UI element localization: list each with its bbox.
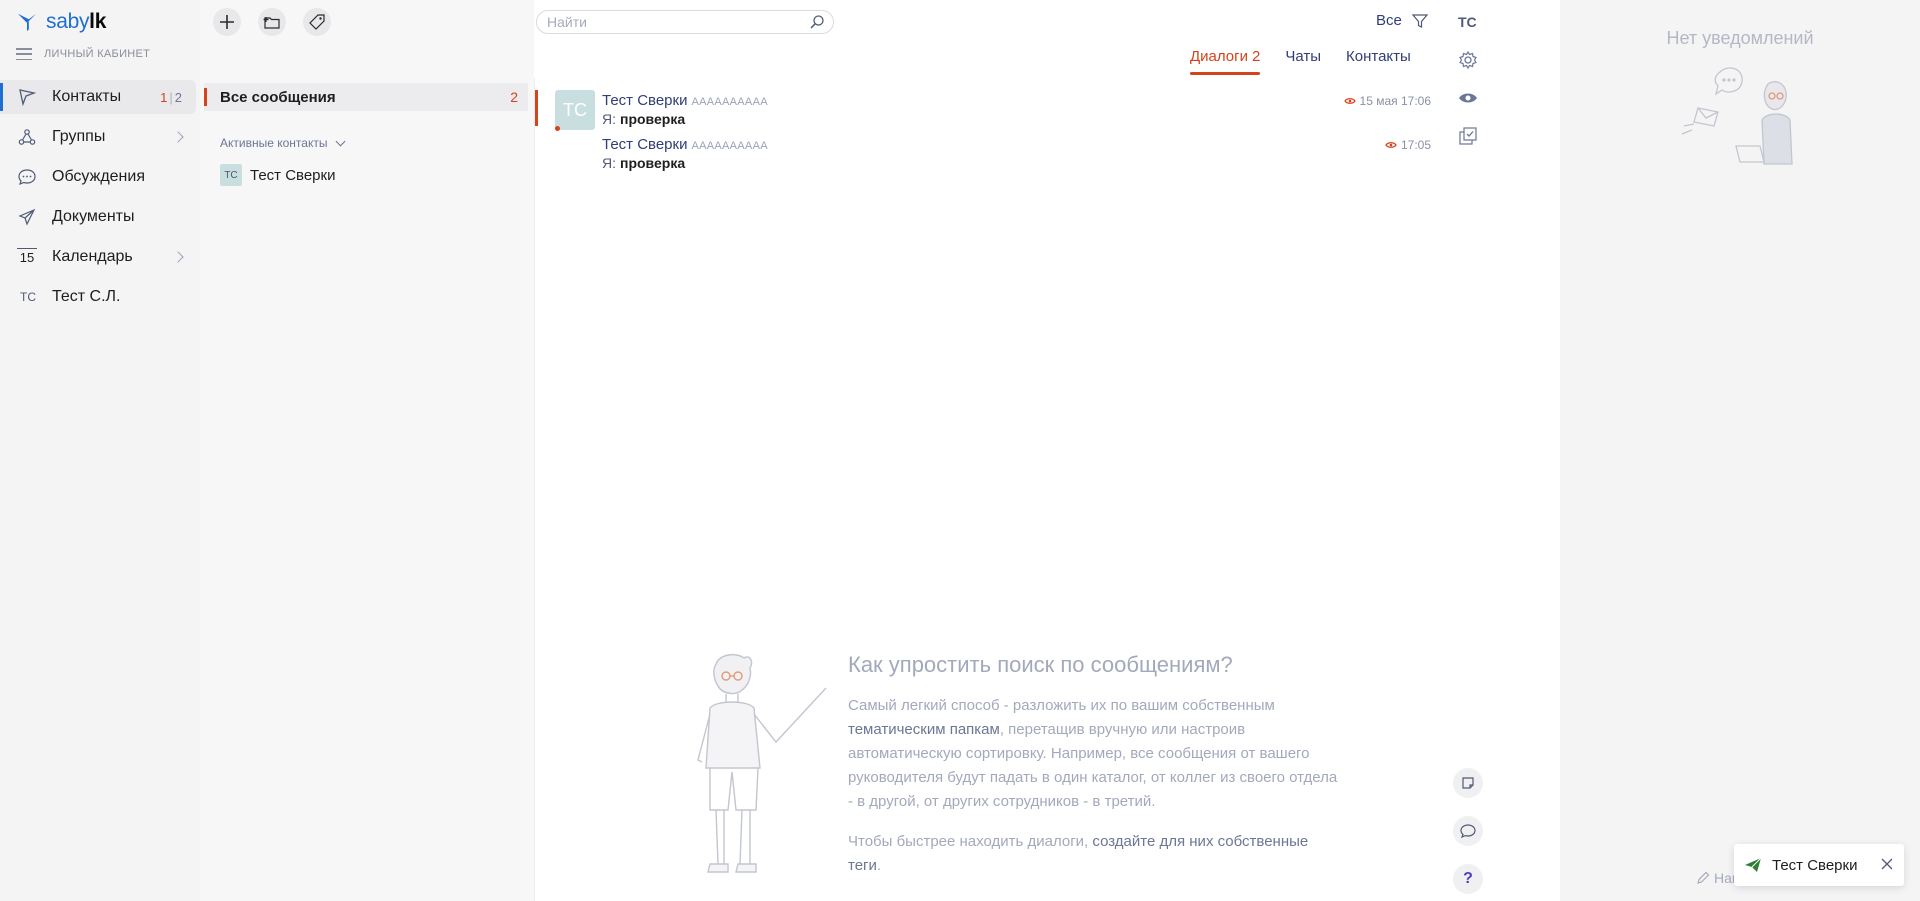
tab-dialogs[interactable]: Диалоги 2 [1190,48,1261,76]
contacts-counter: 1 | 2 [160,89,182,105]
contact-item[interactable]: ТС Тест Сверки [220,164,335,186]
tab-chats[interactable]: Чаты [1285,48,1321,76]
send-icon [17,207,37,227]
folder-all-messages[interactable]: Все сообщения 2 [204,83,528,111]
notifications-empty-text: Нет уведомлений [1666,28,1814,48]
user-avatar[interactable]: ТС [1458,14,1477,30]
search-field[interactable] [536,10,834,34]
tip-paragraph: Чтобы быстрее находить диалоги, создайте… [848,833,1309,874]
tip-title: Как упростить поиск по сообщениям? [848,652,1233,677]
unread-marker [535,90,538,126]
sidebar-item-label: Календарь [52,248,133,265]
help-button[interactable]: ? [1453,864,1483,894]
chevron-down-icon [336,136,346,146]
read-eye-icon [1343,98,1356,104]
sidebar-item-contacts[interactable]: Контакты 1 | 2 [0,80,196,114]
sidebar: sabylk ЛИЧНЫЙ КАБИНЕТ Контакты 1 | 2 Групп… [0,0,200,901]
gear-icon [1459,50,1477,70]
search-input[interactable] [547,14,797,30]
question-icon: ? [1463,870,1473,887]
new-folder-button[interactable] [258,8,286,36]
chevron-right-icon[interactable] [172,131,184,143]
notifications-panel: Нет уведомлений [1560,0,1920,901]
avatar: ТС [555,90,595,130]
sidebar-nav: Контакты 1 | 2 Группы Обсуждения Документы… [0,80,196,320]
checklist-icon [1459,127,1477,145]
sidebar-item-groups[interactable]: Группы [0,120,196,154]
logo[interactable]: sabylk [16,9,106,35]
filter-button[interactable]: Все [1376,12,1428,29]
sidebar-item-label: Группы [52,128,106,145]
search-icon[interactable] [809,14,825,30]
toast-name: Тест Сверки [1772,856,1858,874]
tab-label: Диалоги [1190,48,1248,65]
message-tabs: Диалоги 2 Чаты Контакты [1190,48,1436,76]
folder-count: 2 [510,89,518,105]
message-sender: Тест Сверки АААААААААА [602,136,768,153]
add-button[interactable] [213,8,241,36]
teacher-illustration [697,653,827,873]
contact-name: Тест Сверки [250,166,336,184]
eye-icon [1459,93,1477,103]
saby-logo-icon [17,13,37,32]
message-text: Я: проверка [602,111,686,127]
message-row[interactable]: Тест Сверки АААААААААА Я: проверка 17:05 [535,130,1443,172]
tab-count: 2 [1252,48,1261,65]
tasks-button[interactable] [1456,124,1480,148]
sidebar-item-documents[interactable]: Документы [0,200,196,234]
message-text: Я: проверка [602,155,686,171]
chat-bubble-icon [17,167,37,187]
read-status-button[interactable] [1456,86,1480,110]
chat-button[interactable] [1453,816,1483,846]
speech-bubble-icon [1460,824,1476,838]
read-eye-icon [1385,142,1397,148]
avatar: ТС [220,164,242,186]
message-row[interactable]: ТС Тест Сверки АААААААААА Я: проверка 15 м… [535,82,1443,131]
calendar-icon: 15 [17,248,37,266]
close-icon[interactable] [1880,857,1894,871]
plus-icon [220,15,234,29]
cabinet-label: ЛИЧНЫЙ КАБИНЕТ [44,48,151,60]
cabinet-menu[interactable]: ЛИЧНЫЙ КАБИНЕТ [16,48,150,60]
notes-button[interactable] [1453,768,1483,798]
tab-label: Контакты [1346,48,1411,65]
sidebar-item-discussions[interactable]: Обсуждения [0,160,196,194]
tab-contacts[interactable]: Контакты [1346,48,1411,76]
paper-plane-icon [17,87,37,107]
logo-text: sabylk [46,10,107,33]
tag-icon [309,14,325,30]
filter-label: Все [1376,12,1402,29]
message-time: 17:05 [1385,138,1431,152]
sidebar-item-label: Документы [52,208,135,225]
sidebar-item-calendar[interactable]: 15 Календарь [0,240,196,274]
filter-funnel-icon [1411,13,1428,28]
tip-paragraph: Самый легкий способ - разложить их по ва… [848,697,1338,810]
sidebar-item-profile[interactable]: ТС Тест С.Л. [0,280,196,314]
pencil-icon [1697,871,1710,884]
tags-button[interactable] [303,8,331,36]
group-nodes-icon [17,127,37,147]
tab-label: Чаты [1285,48,1322,65]
contact-toast[interactable]: Тест Сверки [1734,844,1904,886]
folder-add-icon [263,17,280,29]
avatar: ТС [20,290,36,304]
thematic-folders-link[interactable]: тематическим папкам [848,721,1000,738]
sidebar-item-label: Обсуждения [52,168,145,185]
sidebar-item-label: Контакты [52,88,122,105]
notifications-illustration [1681,67,1793,165]
chevron-right-icon[interactable] [172,251,184,263]
sidebar-item-label: Тест С.Л. [52,288,121,305]
active-contacts-label: Активные контакты [220,136,328,150]
menu-icon[interactable] [16,48,32,60]
folder-label: Все сообщения [220,88,336,106]
message-time: 15 мая 17:06 [1343,94,1431,108]
send-icon [1745,857,1762,872]
settings-button[interactable] [1456,48,1480,72]
message-sender: Тест Сверки АААААААААА [602,92,768,109]
active-contacts-toggle[interactable]: Активные контакты [220,136,346,150]
note-icon [1462,777,1474,789]
